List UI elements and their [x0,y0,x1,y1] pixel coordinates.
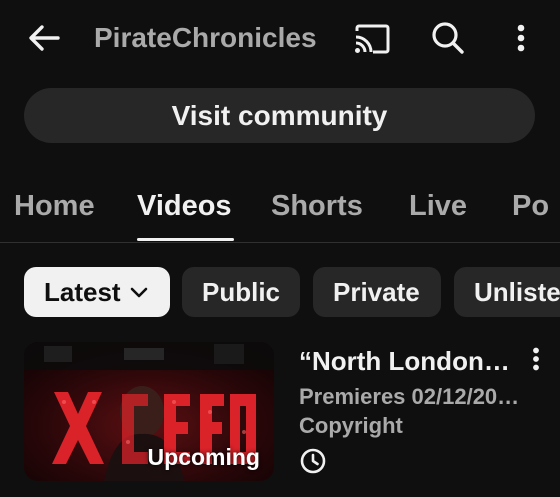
cast-icon [355,24,390,54]
search-button[interactable] [428,18,468,58]
back-arrow-icon [29,25,60,51]
video-title[interactable]: “North London… [299,342,513,380]
clock-icon [300,448,326,474]
back-button[interactable] [22,18,66,58]
tab-videos[interactable]: Videos [137,186,232,226]
upcoming-badge: Upcoming [147,444,260,470]
video-thumbnail[interactable]: Upcoming [24,342,274,481]
video-list-item[interactable]: Upcoming “North London… Premieres 02/12/… [24,342,560,482]
video-status: Copyright [299,413,403,438]
filter-chips: Latest Public Private Unliste [0,267,560,319]
more-vert-icon [533,347,539,371]
top-app-bar: PirateChronicles [0,0,560,78]
channel-videos-page: PirateChronicles Visit community Home Vi… [0,0,560,497]
cast-button[interactable] [352,20,392,58]
tab-posts[interactable]: Po [512,186,549,226]
tab-shorts[interactable]: Shorts [271,186,363,226]
chip-unlisted[interactable]: Unliste [454,267,560,317]
search-icon [432,22,464,54]
channel-title: PirateChronicles [94,22,317,53]
tab-home[interactable]: Home [14,186,95,226]
chip-public[interactable]: Public [182,267,300,317]
premiere-date: Premieres 02/12/20… [299,384,520,409]
tab-live[interactable]: Live [409,186,467,226]
active-tab-indicator [137,238,234,241]
visit-community-button[interactable]: Visit community [24,88,535,143]
chip-private[interactable]: Private [313,267,441,317]
chevron-down-icon [129,285,149,299]
more-vert-icon [517,24,525,52]
more-options-button[interactable] [506,18,536,58]
video-more-button[interactable] [524,344,548,374]
chip-label: Latest [44,277,121,307]
channel-tabs: Home Videos Shorts Live Po [0,172,560,243]
chip-latest[interactable]: Latest [24,267,170,317]
